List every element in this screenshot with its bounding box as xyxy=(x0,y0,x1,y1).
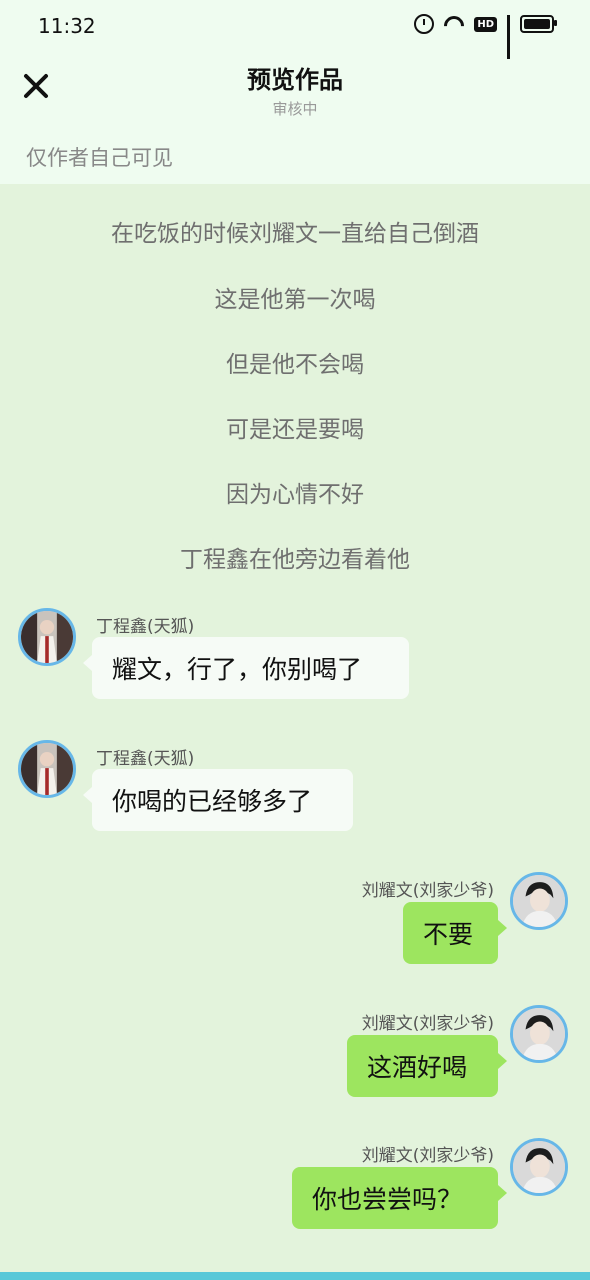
avatar[interactable] xyxy=(510,872,568,930)
avatar-image xyxy=(21,611,73,663)
speaker-name: 丁程鑫(天狐) xyxy=(96,617,195,637)
speaker-name: 刘耀文(刘家少爷) xyxy=(361,1014,494,1034)
hd-icon: HD xyxy=(474,16,497,32)
avatar[interactable] xyxy=(510,1005,568,1063)
avatar-image xyxy=(513,1008,565,1060)
status-bar: 11:32 HD xyxy=(0,0,590,59)
avatar-image xyxy=(513,1141,565,1193)
narration-line: 可是还是要喝 xyxy=(226,417,364,443)
message-bubble[interactable]: 这酒好喝 xyxy=(347,1035,507,1097)
narration-line: 但是他不会喝 xyxy=(226,352,364,378)
avatar-image xyxy=(513,875,565,927)
avatar[interactable] xyxy=(18,608,76,666)
speaker-name: 丁程鑫(天狐) xyxy=(96,749,195,769)
wifi-icon xyxy=(444,16,464,32)
narration-line: 在吃饭的时候刘耀文一直给自己倒酒 xyxy=(111,221,479,247)
status-icons: HD xyxy=(414,14,557,59)
narration-line: 这是他第一次喝 xyxy=(214,287,376,313)
speaker-name: 刘耀文(刘家少爷) xyxy=(361,1146,494,1166)
signal-icon xyxy=(507,15,510,59)
avatar[interactable] xyxy=(510,1138,568,1196)
message-bubble[interactable]: 你喝的已经够多了 xyxy=(83,769,353,831)
review-status: 审核中 xyxy=(272,100,318,118)
message-bubble[interactable]: 耀文，行了，你别喝了 xyxy=(83,637,409,699)
narration-line: 因为心情不好 xyxy=(226,482,364,508)
battery-icon xyxy=(520,15,557,33)
narration-line: 丁程鑫在他旁边看着他 xyxy=(180,547,410,573)
visibility-note: 仅作者自己可见 xyxy=(26,146,173,170)
page-title: 预览作品 xyxy=(247,66,343,94)
avatar[interactable] xyxy=(18,740,76,798)
status-time: 11:32 xyxy=(38,14,96,38)
alarm-icon xyxy=(414,14,435,34)
speaker-name: 刘耀文(刘家少爷) xyxy=(361,881,494,901)
bottom-toolbar-edge xyxy=(0,1272,590,1280)
message-bubble[interactable]: 不要 xyxy=(403,902,507,964)
message-bubble[interactable]: 你也尝尝吗？ xyxy=(292,1167,507,1229)
avatar-image xyxy=(21,743,73,795)
